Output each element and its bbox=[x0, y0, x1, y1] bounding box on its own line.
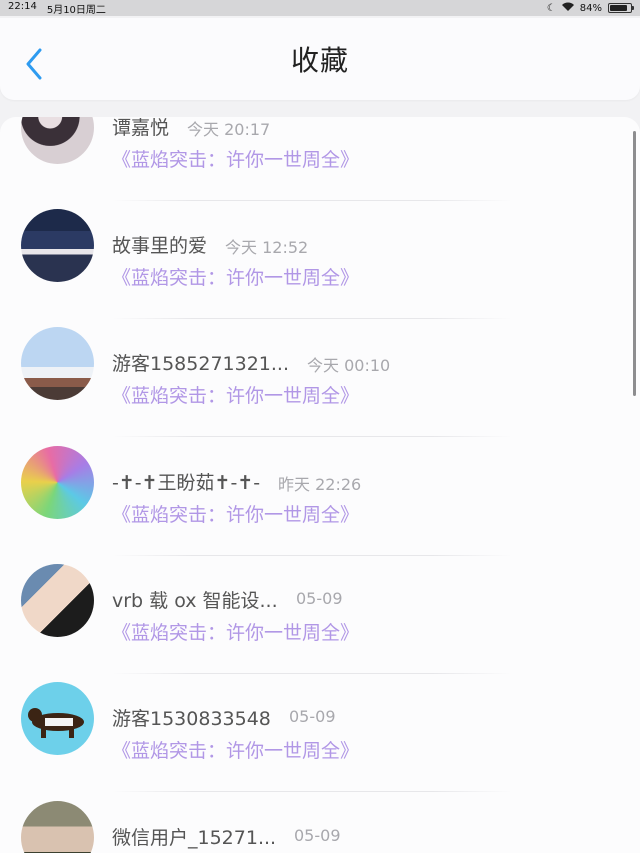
moon-icon: ☾ bbox=[546, 2, 556, 14]
status-date: 5月10日周二 bbox=[46, 4, 106, 16]
user-name: 游客1585271321... bbox=[112, 353, 290, 375]
user-name: 故事里的爱 bbox=[112, 235, 208, 257]
avatar[interactable] bbox=[21, 801, 94, 853]
user-name: 微信用户_15271... bbox=[112, 827, 277, 849]
favorite-item[interactable]: 微信用户_15271... 05-09 bbox=[0, 767, 640, 853]
work-title-link[interactable]: 《蓝焰突击：许你一世周全》 bbox=[112, 145, 359, 172]
work-title-link[interactable]: 《蓝焰突击：许你一世周全》 bbox=[112, 500, 359, 527]
favorite-item[interactable]: 游客1530833548 05-09 《蓝焰突击：许你一世周全》 bbox=[0, 648, 640, 792]
avatar[interactable] bbox=[21, 446, 94, 519]
work-title-link[interactable]: 《蓝焰突击：许你一世周全》 bbox=[112, 736, 359, 763]
timestamp: 05-09 bbox=[294, 826, 341, 845]
timestamp: 昨天 22:26 bbox=[278, 475, 362, 494]
avatar[interactable] bbox=[21, 327, 94, 400]
favorite-item[interactable]: vrb 载 ox 智能设... 05-09 《蓝焰突击：许你一世周全》 bbox=[0, 530, 640, 674]
page-title: 收藏 bbox=[290, 44, 349, 77]
favorite-item[interactable]: 故事里的爱 今天 12:52 《蓝焰突击：许你一世周全》 bbox=[0, 175, 640, 319]
work-title-link[interactable]: 《蓝焰突击：许你一世周全》 bbox=[112, 381, 359, 408]
timestamp: 今天 20:17 bbox=[187, 120, 271, 139]
favorites-list[interactable]: 谭嘉悦 今天 20:17 《蓝焰突击：许你一世周全》 故事里的爱 今天 12:52 《蓝焰… bbox=[0, 117, 640, 853]
battery-level bbox=[610, 5, 627, 11]
user-name: -✝-✝王盼茹✝-✝- bbox=[112, 472, 261, 494]
battery-percent: 84% bbox=[579, 2, 602, 14]
favorite-item[interactable]: 游客1585271321... 今天 00:10 《蓝焰突击：许你一世周全》 bbox=[0, 293, 640, 437]
avatar[interactable] bbox=[21, 209, 94, 282]
status-bar: 22:14 5月10日周二 ☾ 84% bbox=[0, 0, 640, 16]
nav-header: 收藏 bbox=[0, 18, 640, 100]
work-title-link[interactable]: 《蓝焰突击：许你一世周全》 bbox=[112, 618, 359, 645]
user-name: 游客1530833548 bbox=[112, 708, 271, 730]
wifi-icon bbox=[561, 2, 574, 14]
avatar[interactable] bbox=[21, 117, 94, 164]
user-name: 谭嘉悦 bbox=[112, 117, 170, 139]
status-time: 22:14 bbox=[8, 0, 37, 12]
avatar[interactable] bbox=[21, 682, 94, 755]
favorite-item[interactable]: 谭嘉悦 今天 20:17 《蓝焰突击：许你一世周全》 bbox=[0, 117, 640, 201]
avatar[interactable] bbox=[21, 564, 94, 637]
timestamp: 今天 12:52 bbox=[225, 238, 309, 257]
timestamp: 05-09 bbox=[296, 589, 343, 608]
work-title-link[interactable]: 《蓝焰突击：许你一世周全》 bbox=[112, 263, 359, 290]
favorite-item[interactable]: -✝-✝王盼茹✝-✝- 昨天 22:26 《蓝焰突击：许你一世周全》 bbox=[0, 412, 640, 556]
user-name: vrb 载 ox 智能设... bbox=[112, 590, 278, 612]
timestamp: 05-09 bbox=[289, 707, 336, 726]
timestamp: 今天 00:10 bbox=[307, 356, 391, 375]
battery-icon bbox=[608, 3, 634, 13]
